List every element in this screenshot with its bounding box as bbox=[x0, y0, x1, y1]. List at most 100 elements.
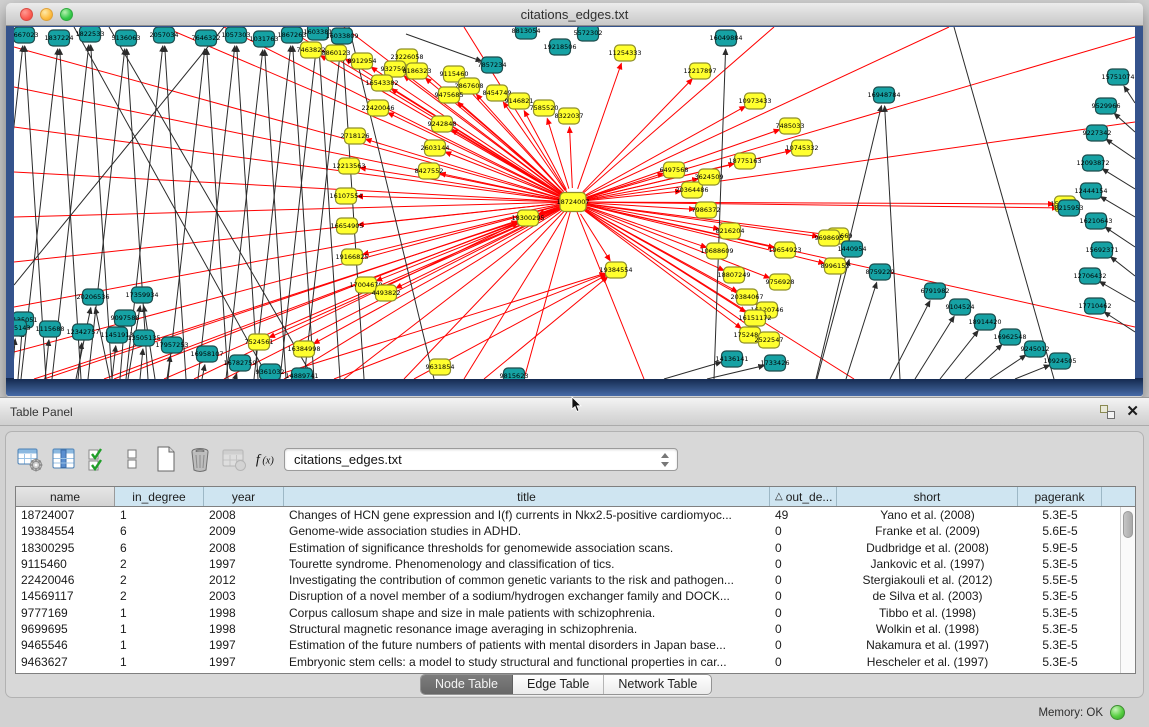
network-node[interactable]: 9815623 bbox=[500, 368, 529, 379]
network-node[interactable]: 7646322 bbox=[192, 30, 221, 46]
table-selector-dropdown[interactable]: citations_edges.txt bbox=[284, 448, 678, 471]
table-row[interactable]: 946362711997Embryonic stem cells: a mode… bbox=[16, 654, 1120, 670]
network-node[interactable]: 18724007 bbox=[556, 193, 589, 212]
column-header-title[interactable]: title bbox=[284, 487, 770, 506]
network-node[interactable]: 9698695 bbox=[815, 230, 844, 246]
network-node[interactable]: 8215953 bbox=[1055, 200, 1084, 216]
network-node[interactable]: 10688609 bbox=[700, 243, 733, 259]
table-row[interactable]: 946554611997Estimation of the future num… bbox=[16, 637, 1120, 653]
network-node[interactable]: 5667023 bbox=[14, 27, 38, 43]
tab-node-table[interactable]: Node Table bbox=[421, 675, 513, 694]
network-node[interactable]: 9475685 bbox=[435, 87, 464, 103]
network-node[interactable]: 7524561 bbox=[245, 334, 274, 350]
function-builder-icon[interactable]: f(x) bbox=[254, 445, 282, 473]
network-node[interactable]: 9242848 bbox=[428, 116, 457, 132]
show-columns-icon[interactable] bbox=[50, 445, 78, 473]
network-node[interactable]: 12342757 bbox=[66, 324, 99, 340]
tab-edge-table[interactable]: Edge Table bbox=[513, 675, 604, 694]
network-node[interactable]: 9245012 bbox=[1021, 341, 1050, 357]
network-node[interactable]: 3624509 bbox=[695, 169, 724, 185]
network-node[interactable]: 8813054 bbox=[512, 27, 541, 39]
table-row[interactable]: 977716911998Corpus callosum shape and si… bbox=[16, 605, 1120, 621]
network-node[interactable]: 17359934 bbox=[125, 287, 158, 303]
network-node[interactable]: 7986372 bbox=[692, 202, 721, 218]
network-node[interactable]: 6791982 bbox=[921, 283, 950, 299]
network-node[interactable]: 9104524 bbox=[946, 299, 975, 315]
network-node[interactable]: 8996153 bbox=[821, 258, 850, 274]
network-node[interactable]: 8427552 bbox=[415, 163, 444, 179]
column-header-out_de[interactable]: △out_de... bbox=[770, 487, 837, 506]
network-node[interactable]: 16210643 bbox=[1079, 213, 1112, 229]
table-row[interactable]: 1830029562008Estimation of significance … bbox=[16, 540, 1120, 556]
network-node[interactable]: 2718126 bbox=[341, 128, 370, 144]
network-node[interactable]: 12217897 bbox=[683, 63, 716, 79]
network-node[interactable]: 9227342 bbox=[1083, 125, 1112, 141]
network-window-titlebar[interactable]: citations_edges.txt bbox=[6, 3, 1143, 26]
network-node[interactable]: 8912954 bbox=[348, 53, 377, 69]
tab-network-table[interactable]: Network Table bbox=[604, 675, 711, 694]
network-node[interactable]: 12093872 bbox=[1076, 155, 1109, 171]
network-node[interactable]: 19218506 bbox=[543, 39, 576, 55]
network-node[interactable]: 15692371 bbox=[1085, 242, 1118, 258]
network-node[interactable]: 12706432 bbox=[1073, 268, 1106, 284]
scrollbar-thumb[interactable] bbox=[1123, 511, 1133, 538]
network-node[interactable]: 5136063 bbox=[112, 30, 141, 46]
network-node[interactable]: 12444154 bbox=[1074, 183, 1107, 199]
column-header-in_degree[interactable]: in_degree bbox=[115, 487, 204, 506]
network-node[interactable]: 5572302 bbox=[574, 27, 603, 41]
network-node[interactable]: 16962548 bbox=[993, 329, 1026, 345]
network-node[interactable]: 15751074 bbox=[1101, 69, 1134, 85]
network-node[interactable]: 16654905 bbox=[330, 218, 363, 234]
network-node[interactable]: 1440954 bbox=[838, 241, 867, 257]
network-node[interactable]: 16384998 bbox=[287, 341, 320, 357]
network-node[interactable]: 8322037 bbox=[555, 108, 584, 124]
network-node[interactable]: 9361032 bbox=[256, 364, 285, 379]
network-node[interactable]: 19384554 bbox=[599, 262, 632, 278]
network-node[interactable]: 20206536 bbox=[76, 289, 109, 305]
network-node[interactable]: 10973433 bbox=[738, 93, 771, 109]
network-node[interactable]: 11254333 bbox=[608, 45, 641, 61]
network-node[interactable]: 1822533 bbox=[76, 27, 105, 42]
network-node[interactable]: 12213563 bbox=[332, 158, 365, 174]
network-node[interactable]: 7463822 bbox=[297, 42, 326, 58]
network-node[interactable]: 1031763 bbox=[250, 31, 279, 47]
table-row[interactable]: 2242004622012Investigating the contribut… bbox=[16, 572, 1120, 588]
network-node[interactable]: 18914420 bbox=[968, 314, 1001, 330]
network-node[interactable]: 7485033 bbox=[776, 118, 805, 134]
network-node[interactable]: 8759229 bbox=[866, 264, 895, 280]
network-node[interactable]: 8216204 bbox=[716, 223, 745, 239]
network-node[interactable]: 1057303 bbox=[222, 27, 251, 43]
new-column-icon[interactable] bbox=[152, 445, 180, 473]
float-window-icon[interactable] bbox=[1100, 405, 1115, 419]
network-node[interactable]: 9631854 bbox=[426, 359, 455, 375]
network-node[interactable]: 19166825 bbox=[335, 249, 368, 265]
network-node[interactable]: 6497568 bbox=[660, 162, 689, 178]
network-node[interactable]: 1733426 bbox=[761, 355, 790, 371]
table-row[interactable]: 1872400712008Changes of HCN gene express… bbox=[16, 507, 1120, 523]
network-node[interactable]: 16948784 bbox=[867, 87, 900, 103]
network-node[interactable]: 1867263 bbox=[278, 27, 307, 43]
network-node[interactable]: 1837224 bbox=[45, 30, 74, 46]
table-row[interactable]: 969969511998Structural magnetic resonanc… bbox=[16, 621, 1120, 637]
column-header-pagerank[interactable]: pagerank bbox=[1018, 487, 1102, 506]
delete-table-icon[interactable] bbox=[220, 445, 248, 473]
table-row[interactable]: 1456911722003Disruption of a novel membe… bbox=[16, 588, 1120, 604]
select-all-columns-icon[interactable] bbox=[84, 445, 112, 473]
network-canvas[interactable]: 1872400723226058932750516543382224200462… bbox=[14, 27, 1135, 379]
network-node[interactable]: 19654923 bbox=[768, 242, 801, 258]
network-node[interactable]: 10745332 bbox=[785, 140, 818, 156]
network-node[interactable]: 9756928 bbox=[766, 274, 795, 290]
column-header-year[interactable]: year bbox=[204, 487, 284, 506]
network-node[interactable]: 14136141 bbox=[715, 351, 748, 367]
network-node[interactable]: 2522547 bbox=[755, 332, 784, 348]
vertical-scrollbar[interactable] bbox=[1120, 507, 1135, 673]
network-node[interactable]: 8186323 bbox=[403, 63, 432, 79]
network-node[interactable]: 16958107 bbox=[190, 346, 223, 362]
unselect-columns-icon[interactable] bbox=[118, 445, 146, 473]
network-node[interactable]: 7857234 bbox=[478, 57, 507, 73]
table-row[interactable]: 1938455462009Genome-wide association stu… bbox=[16, 523, 1120, 539]
column-header-name[interactable]: name bbox=[16, 487, 115, 506]
delete-column-icon[interactable] bbox=[186, 445, 214, 473]
network-node[interactable]: 16049884 bbox=[709, 30, 742, 46]
network-node[interactable]: 1115688 bbox=[36, 321, 65, 337]
